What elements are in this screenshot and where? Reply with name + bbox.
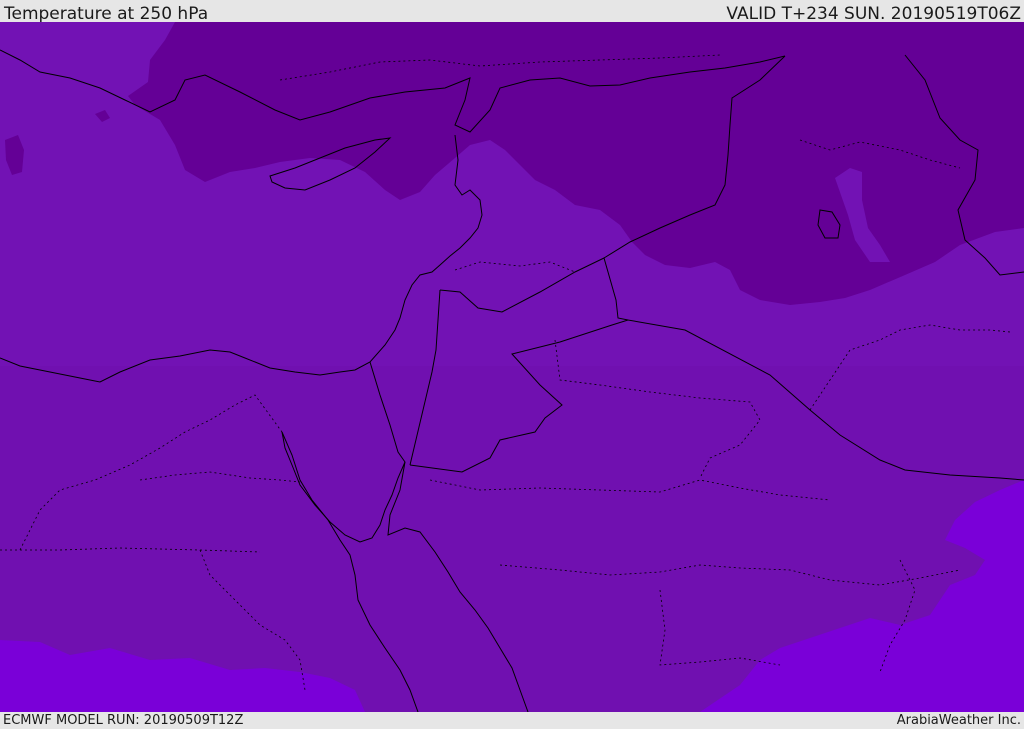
header-bar: Temperature at 250 hPa VALID T+234 SUN. …: [0, 0, 1024, 24]
footer-bar: ECMWF MODEL RUN: 20190509T12Z ArabiaWeat…: [0, 712, 1024, 729]
temperature-map[interactable]: [0, 22, 1024, 712]
valid-time-label: VALID T+234 SUN. 20190519T06Z: [726, 4, 1021, 24]
model-run-label: ECMWF MODEL RUN: 20190509T12Z: [3, 713, 244, 728]
map-title: Temperature at 250 hPa: [4, 4, 209, 24]
provider-label: ArabiaWeather Inc.: [896, 713, 1021, 728]
